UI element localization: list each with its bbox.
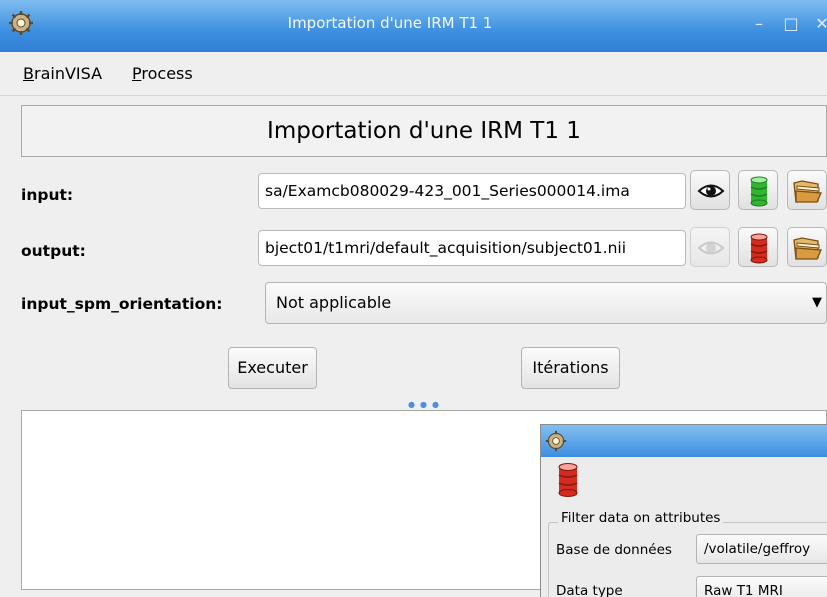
dialog-title-bar[interactable] xyxy=(541,425,827,457)
green-database-icon xyxy=(750,176,768,207)
database-label: Base de données xyxy=(556,542,672,558)
orientation-label: input_spm_orientation: xyxy=(21,295,223,313)
filter-group-label: Filter data on attributes xyxy=(558,510,724,526)
input-field[interactable]: sa/Examcb080029-423_001_Series000014.ima xyxy=(258,173,686,209)
eye-icon xyxy=(697,241,725,255)
database-select[interactable]: /volatile/geffroy xyxy=(696,534,827,564)
orientation-value: Not applicable xyxy=(276,293,392,312)
folder-icon xyxy=(793,180,822,203)
orientation-select[interactable]: Not applicable ▼ xyxy=(265,282,827,324)
window-title: Importation d'une IRM T1 1 xyxy=(287,14,493,32)
data-type-label: Data type xyxy=(556,583,623,597)
input-database-button[interactable] xyxy=(738,170,778,210)
folder-icon xyxy=(793,237,822,260)
minimize-button[interactable]: – xyxy=(748,13,770,35)
view-output-button[interactable] xyxy=(690,227,730,267)
output-field[interactable]: bject01/t1mri/default_acquisition/subjec… xyxy=(258,230,686,266)
process-title: Importation d'une IRM T1 1 xyxy=(21,105,827,157)
main-window: Importation d'une IRM T1 1 – □ ✕ BrainVI… xyxy=(0,0,827,597)
execute-button[interactable]: Executer xyxy=(228,347,317,389)
menu-brainvisa-mnemonic: B xyxy=(23,64,34,83)
red-database-icon xyxy=(750,233,768,264)
output-value: bject01/t1mri/default_acquisition/subjec… xyxy=(265,239,627,257)
filter-dialog: Filter data on attributes Base de donnée… xyxy=(540,424,827,597)
gear-icon xyxy=(545,430,567,452)
data-type-select[interactable]: Raw T1 MRI xyxy=(696,576,827,597)
eye-icon xyxy=(697,184,725,198)
menu-process-rest: rocess xyxy=(141,64,193,83)
splitter-handle[interactable]: ●●● xyxy=(408,401,448,409)
iterations-button[interactable]: Itérations xyxy=(521,347,620,389)
chevron-down-icon: ▼ xyxy=(812,295,822,310)
title-bar[interactable]: Importation d'une IRM T1 1 – □ ✕ xyxy=(0,0,827,52)
red-database-icon xyxy=(558,463,578,497)
maximize-button[interactable]: □ xyxy=(780,13,802,35)
output-database-button[interactable] xyxy=(738,227,778,267)
output-label: output: xyxy=(21,242,86,260)
input-label: input: xyxy=(21,186,74,204)
browse-input-button[interactable] xyxy=(787,170,827,210)
menu-brainvisa[interactable]: BrainVISA xyxy=(23,64,102,83)
menu-process[interactable]: Process xyxy=(132,64,193,83)
menu-brainvisa-rest: rainVISA xyxy=(33,64,103,83)
menu-process-mnemonic: P xyxy=(132,64,142,83)
input-value: sa/Examcb080029-423_001_Series000014.ima xyxy=(265,182,630,200)
close-button[interactable]: ✕ xyxy=(811,13,827,35)
menu-bar: BrainVISA Process xyxy=(0,52,827,96)
view-input-button[interactable] xyxy=(690,170,730,210)
browse-output-button[interactable] xyxy=(787,227,827,267)
